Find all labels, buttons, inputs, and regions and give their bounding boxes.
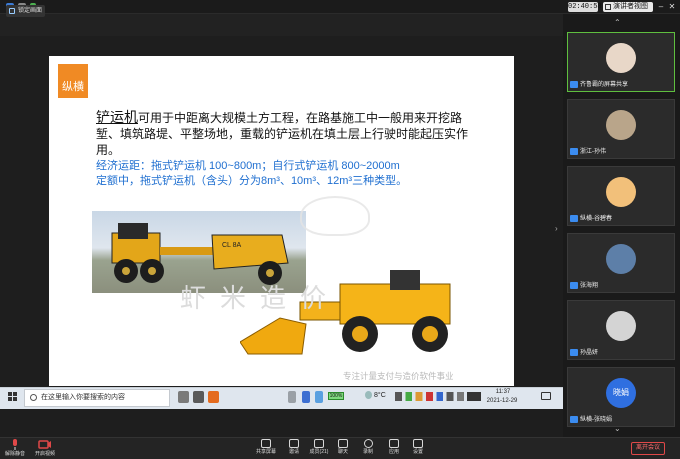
avatar xyxy=(606,311,636,341)
invite-label: 邀请 xyxy=(288,449,299,455)
settings-label: 设置 xyxy=(412,449,423,455)
participant-tile[interactable]: 纵横-谷碧春 xyxy=(567,166,675,226)
participant-tile[interactable]: 张海翔 xyxy=(567,233,675,293)
camera-icon xyxy=(38,440,51,449)
svg-text:CL 8A: CL 8A xyxy=(222,242,242,249)
share-screen-icon xyxy=(261,439,271,448)
avatar xyxy=(606,177,636,207)
slide-highlight-line1: 经济运距：拖式铲运机 100~800m；自行式铲运机 800~2000m xyxy=(96,160,400,172)
screen-share-icon xyxy=(570,81,578,88)
meeting-timer: 02:40:58 xyxy=(568,2,602,12)
weather-icon xyxy=(365,391,372,399)
participant-name: 孙晶妍 xyxy=(580,350,599,356)
user-icon xyxy=(570,148,578,155)
share-screen-button[interactable]: 共享屏幕 xyxy=(253,438,279,459)
participant-name: 纵横-张晓娟 xyxy=(580,417,612,423)
tray-icons[interactable] xyxy=(395,392,481,401)
taskbar-app-icon[interactable] xyxy=(315,391,323,403)
avatar xyxy=(606,244,636,274)
slide-description: 可用于中距离大规模土方工程，在路基施工中一般用来开挖路堑、填筑路堤、平整场地，重… xyxy=(96,111,469,157)
taskbar-app-icon[interactable] xyxy=(302,391,310,403)
notification-icon[interactable] xyxy=(541,392,551,400)
taskbar-date[interactable]: 2021-12-29 xyxy=(484,397,520,406)
chat-icon xyxy=(338,439,348,448)
microphone-icon xyxy=(13,439,17,450)
chat-button[interactable]: 聊天 xyxy=(330,438,356,459)
slide-paragraph: 铲运机可用于中距离大规模土方工程，在路基施工中一般用来开挖路堑、填筑路堤、平整场… xyxy=(96,109,476,158)
user-icon xyxy=(570,416,578,423)
watermark-shrimp-icon xyxy=(300,196,370,236)
apps-icon xyxy=(389,439,399,448)
participant-name: 纵横-谷碧春 xyxy=(580,216,612,222)
slide-term: 铲运机 xyxy=(96,109,138,125)
unmute-label: 解除静音 xyxy=(4,451,25,457)
lock-view-label: 锁定画面 xyxy=(18,8,43,14)
participant-tile[interactable]: 齐鲁霸的屏幕共享 xyxy=(567,32,675,92)
avatar xyxy=(606,110,636,140)
speaker-view-label: 演讲者视图 xyxy=(613,3,648,10)
taskbar-time[interactable]: 11:37 xyxy=(488,388,518,397)
temperature: 8°C xyxy=(374,392,386,399)
taskbar-app-icon[interactable] xyxy=(288,391,296,403)
settings-icon xyxy=(413,439,423,448)
minimize-button[interactable]: – xyxy=(657,2,665,11)
start-video-button[interactable]: 开启视频 xyxy=(32,438,58,458)
avatar xyxy=(606,43,636,73)
invite-button[interactable]: 邀请 xyxy=(281,438,307,459)
lock-icon xyxy=(9,8,15,14)
participant-name: 张海翔 xyxy=(580,283,599,289)
settings-button[interactable]: 设置 xyxy=(405,438,431,459)
participant-tile[interactable]: 浙江-孙伟 xyxy=(567,99,675,159)
slide-highlight: 经济运距：拖式铲运机 100~800m；自行式铲运机 800~2000m 定额中，… xyxy=(96,159,476,189)
record-icon xyxy=(363,439,373,448)
share-bar xyxy=(0,14,563,36)
chat-label: 聊天 xyxy=(337,449,348,455)
file-explorer-icon[interactable] xyxy=(193,391,204,403)
chevron-down-icon[interactable]: ⌄ xyxy=(614,424,621,433)
participants-button[interactable]: 成员(21) xyxy=(306,438,332,459)
user-icon xyxy=(570,349,578,356)
slide-footer: 专注计量支付与造价软件事业 xyxy=(343,371,454,381)
speaker-view-button[interactable]: 演讲者视图 xyxy=(603,2,653,12)
powerpoint-icon[interactable] xyxy=(208,391,219,403)
leave-meeting-button[interactable]: 离开会议 xyxy=(631,442,665,455)
task-view-icon[interactable] xyxy=(178,391,189,403)
unmute-button[interactable]: 解除静音 xyxy=(2,438,28,458)
taskbar-search-placeholder: 在这里输入你要搜索的内容 xyxy=(41,394,125,401)
slide-badge: 纵横 xyxy=(58,64,88,98)
search-icon xyxy=(30,394,37,401)
participants-icon xyxy=(314,439,324,448)
participant-tile[interactable]: 孙晶妍 xyxy=(567,300,675,360)
participant-name: 浙江-孙伟 xyxy=(580,149,606,155)
windows-start-icon[interactable] xyxy=(8,392,18,402)
participant-name: 齐鲁霸的屏幕共享 xyxy=(580,82,629,88)
start-video-label: 开启视频 xyxy=(34,451,55,457)
apps-button[interactable]: 应用 xyxy=(381,438,407,459)
participant-tile[interactable]: 晓娟纵横-张晓娟 xyxy=(567,367,675,427)
chevron-up-icon[interactable]: ⌃ xyxy=(614,18,621,27)
lock-view-button[interactable]: 锁定画面 xyxy=(6,5,46,17)
chevron-right-icon[interactable]: › xyxy=(555,224,558,233)
watermark-text: 虾米造价 xyxy=(180,284,341,314)
invite-icon xyxy=(289,439,299,448)
avatar: 晓娟 xyxy=(606,378,636,408)
participants-label: 成员(21) xyxy=(309,449,329,455)
record-label: 录制 xyxy=(362,449,373,455)
apps-label: 应用 xyxy=(388,449,399,455)
battery-indicator[interactable]: 100% xyxy=(328,392,344,400)
share-screen-label: 共享屏幕 xyxy=(255,449,276,455)
user-icon xyxy=(570,282,578,289)
user-icon xyxy=(570,215,578,222)
close-icon[interactable]: ✕ xyxy=(668,2,676,11)
slide-highlight-line2: 定额中，拖式铲运机（含头）分为8m³、10m³、12m³三种类型。 xyxy=(96,175,408,187)
record-button[interactable]: 录制 xyxy=(355,438,381,459)
grid-icon xyxy=(605,4,611,10)
